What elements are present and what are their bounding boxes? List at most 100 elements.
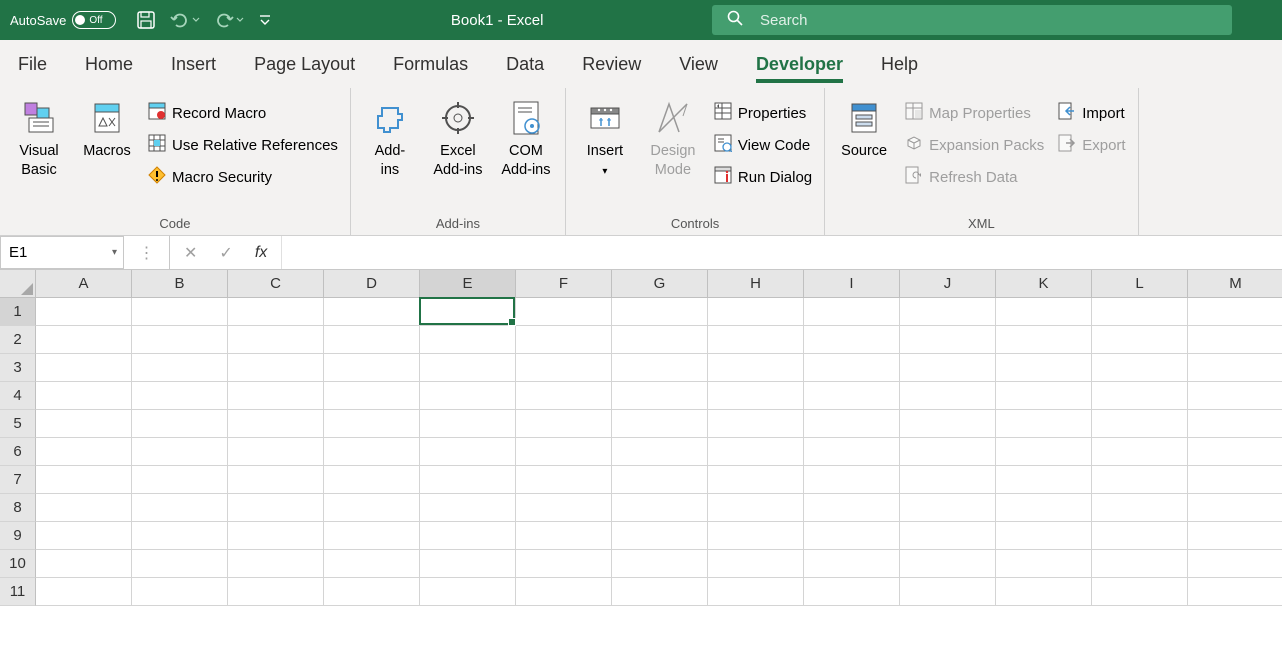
cell-K10[interactable]	[996, 550, 1092, 578]
redo-icon[interactable]	[214, 10, 244, 30]
cell-A1[interactable]	[36, 298, 132, 326]
cell-H6[interactable]	[708, 438, 804, 466]
cells-area[interactable]	[36, 298, 1282, 606]
cell-K1[interactable]	[996, 298, 1092, 326]
cell-E6[interactable]	[420, 438, 516, 466]
cell-B8[interactable]	[132, 494, 228, 522]
cell-H1[interactable]	[708, 298, 804, 326]
cell-D11[interactable]	[324, 578, 420, 606]
cell-C11[interactable]	[228, 578, 324, 606]
cell-I8[interactable]	[804, 494, 900, 522]
cell-E9[interactable]	[420, 522, 516, 550]
column-header-J[interactable]: J	[900, 270, 996, 298]
cell-K3[interactable]	[996, 354, 1092, 382]
cell-J3[interactable]	[900, 354, 996, 382]
cell-K7[interactable]	[996, 466, 1092, 494]
name-box-dropdown-icon[interactable]: ▾	[112, 247, 117, 258]
cell-D1[interactable]	[324, 298, 420, 326]
cell-B10[interactable]	[132, 550, 228, 578]
run-dialog-button[interactable]: Run Dialog	[710, 164, 816, 190]
tab-help[interactable]: Help	[881, 46, 918, 83]
cell-L11[interactable]	[1092, 578, 1188, 606]
formula-input[interactable]	[282, 236, 1282, 269]
cell-I2[interactable]	[804, 326, 900, 354]
cell-G2[interactable]	[612, 326, 708, 354]
record-macro-button[interactable]: Record Macro	[144, 100, 342, 126]
save-icon[interactable]	[136, 10, 156, 30]
cell-K2[interactable]	[996, 326, 1092, 354]
column-header-I[interactable]: I	[804, 270, 900, 298]
cell-E4[interactable]	[420, 382, 516, 410]
cell-I11[interactable]	[804, 578, 900, 606]
cell-C10[interactable]	[228, 550, 324, 578]
tab-home[interactable]: Home	[85, 46, 133, 83]
cell-I1[interactable]	[804, 298, 900, 326]
tab-view[interactable]: View	[679, 46, 718, 83]
cell-E3[interactable]	[420, 354, 516, 382]
cell-G8[interactable]	[612, 494, 708, 522]
search-input[interactable]	[760, 12, 1218, 29]
undo-icon[interactable]	[170, 10, 200, 30]
add-ins-button[interactable]: Add-ins	[359, 94, 421, 180]
cell-E2[interactable]	[420, 326, 516, 354]
map-properties-button[interactable]: Map Properties	[901, 100, 1048, 126]
cell-L6[interactable]	[1092, 438, 1188, 466]
column-header-G[interactable]: G	[612, 270, 708, 298]
column-header-F[interactable]: F	[516, 270, 612, 298]
cell-B2[interactable]	[132, 326, 228, 354]
cell-D2[interactable]	[324, 326, 420, 354]
cell-H5[interactable]	[708, 410, 804, 438]
cell-A8[interactable]	[36, 494, 132, 522]
refresh-data-button[interactable]: Refresh Data	[901, 164, 1048, 190]
cell-M8[interactable]	[1188, 494, 1282, 522]
cell-J5[interactable]	[900, 410, 996, 438]
com-add-ins-button[interactable]: COMAdd-ins	[495, 94, 557, 180]
macros-button[interactable]: Macros	[76, 94, 138, 161]
macro-security-button[interactable]: Macro Security	[144, 164, 342, 190]
cell-H8[interactable]	[708, 494, 804, 522]
tab-review[interactable]: Review	[582, 46, 641, 83]
use-relative-references-button[interactable]: Use Relative References	[144, 132, 342, 158]
cell-B6[interactable]	[132, 438, 228, 466]
cell-A6[interactable]	[36, 438, 132, 466]
cell-M3[interactable]	[1188, 354, 1282, 382]
cell-G10[interactable]	[612, 550, 708, 578]
row-header-7[interactable]: 7	[0, 466, 36, 494]
cell-C1[interactable]	[228, 298, 324, 326]
cell-K5[interactable]	[996, 410, 1092, 438]
cell-F9[interactable]	[516, 522, 612, 550]
autosave-toggle[interactable]: AutoSave Off	[0, 11, 126, 29]
cell-F2[interactable]	[516, 326, 612, 354]
cell-M9[interactable]	[1188, 522, 1282, 550]
cell-G7[interactable]	[612, 466, 708, 494]
cell-A3[interactable]	[36, 354, 132, 382]
cell-A2[interactable]	[36, 326, 132, 354]
tab-insert[interactable]: Insert	[171, 46, 216, 83]
tab-file[interactable]: File	[18, 46, 47, 83]
cell-M6[interactable]	[1188, 438, 1282, 466]
cell-M10[interactable]	[1188, 550, 1282, 578]
insert-button[interactable]: Insert▾	[574, 94, 636, 180]
cell-C4[interactable]	[228, 382, 324, 410]
cell-M4[interactable]	[1188, 382, 1282, 410]
export-button[interactable]: Export	[1054, 132, 1129, 158]
cell-H7[interactable]	[708, 466, 804, 494]
cell-E5[interactable]	[420, 410, 516, 438]
cell-G9[interactable]	[612, 522, 708, 550]
excel-add-ins-button[interactable]: ExcelAdd-ins	[427, 94, 489, 180]
cell-F1[interactable]	[516, 298, 612, 326]
cell-K9[interactable]	[996, 522, 1092, 550]
cell-I6[interactable]	[804, 438, 900, 466]
import-button[interactable]: Import	[1054, 100, 1129, 126]
cell-G4[interactable]	[612, 382, 708, 410]
cell-K8[interactable]	[996, 494, 1092, 522]
row-header-6[interactable]: 6	[0, 438, 36, 466]
row-header-10[interactable]: 10	[0, 550, 36, 578]
column-header-A[interactable]: A	[36, 270, 132, 298]
cell-E11[interactable]	[420, 578, 516, 606]
cell-M2[interactable]	[1188, 326, 1282, 354]
customize-qat-icon[interactable]	[258, 13, 272, 27]
cell-G5[interactable]	[612, 410, 708, 438]
cell-H11[interactable]	[708, 578, 804, 606]
cell-F6[interactable]	[516, 438, 612, 466]
